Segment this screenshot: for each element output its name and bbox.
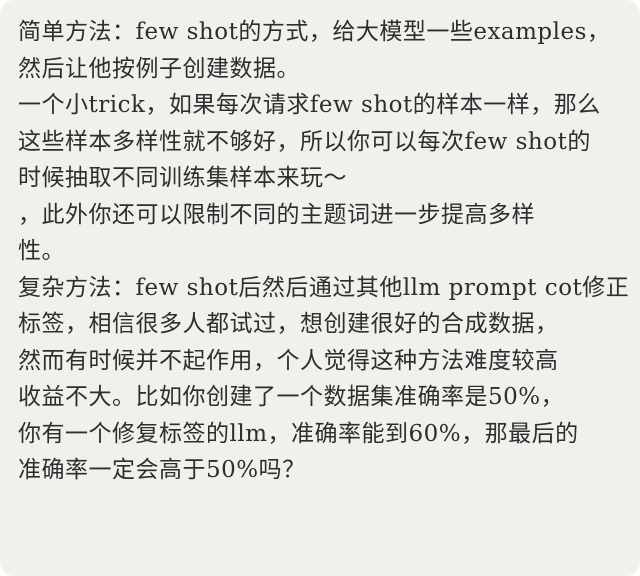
text-line: 这些样本多样性就不够好，所以你可以每次few shot的: [18, 128, 591, 155]
text-line: 然后让他按例子创建数据。: [18, 55, 300, 82]
text-line: 你有一个修复标签的llm，准确率能到60%，那最后的: [18, 420, 579, 447]
text-line: 一个小trick，如果每次请求few shot的样本一样，那么: [18, 92, 601, 118]
text-line: ，此外你还可以限制不同的主题词进一步提高多样: [18, 201, 535, 228]
text-line: 复杂方法：few shot后然后通过其他llm prompt cot修正: [18, 274, 630, 301]
text-line: 准确率一定会高于50%吗？: [18, 457, 306, 483]
text-line: 然而有时候并不起作用，个人觉得这种方法难度较高: [18, 347, 559, 374]
text-line: 简单方法：few shot的方式，给大模型一些examples，: [18, 19, 611, 45]
text-line: 收益不大。比如你创建了一个数据集准确率是50%，: [18, 384, 565, 410]
note-card: 简单方法：few shot的方式，给大模型一些examples， 然后让他按例子…: [0, 0, 640, 576]
text-line: 标签，相信很多人都试过，想创建很好的合成数据，: [18, 311, 559, 337]
text-line: 性。: [18, 238, 65, 264]
text-line: 时候抽取不同训练集样本来玩～: [18, 165, 347, 191]
note-text: 简单方法：few shot的方式，给大模型一些examples， 然后让他按例子…: [18, 14, 630, 489]
